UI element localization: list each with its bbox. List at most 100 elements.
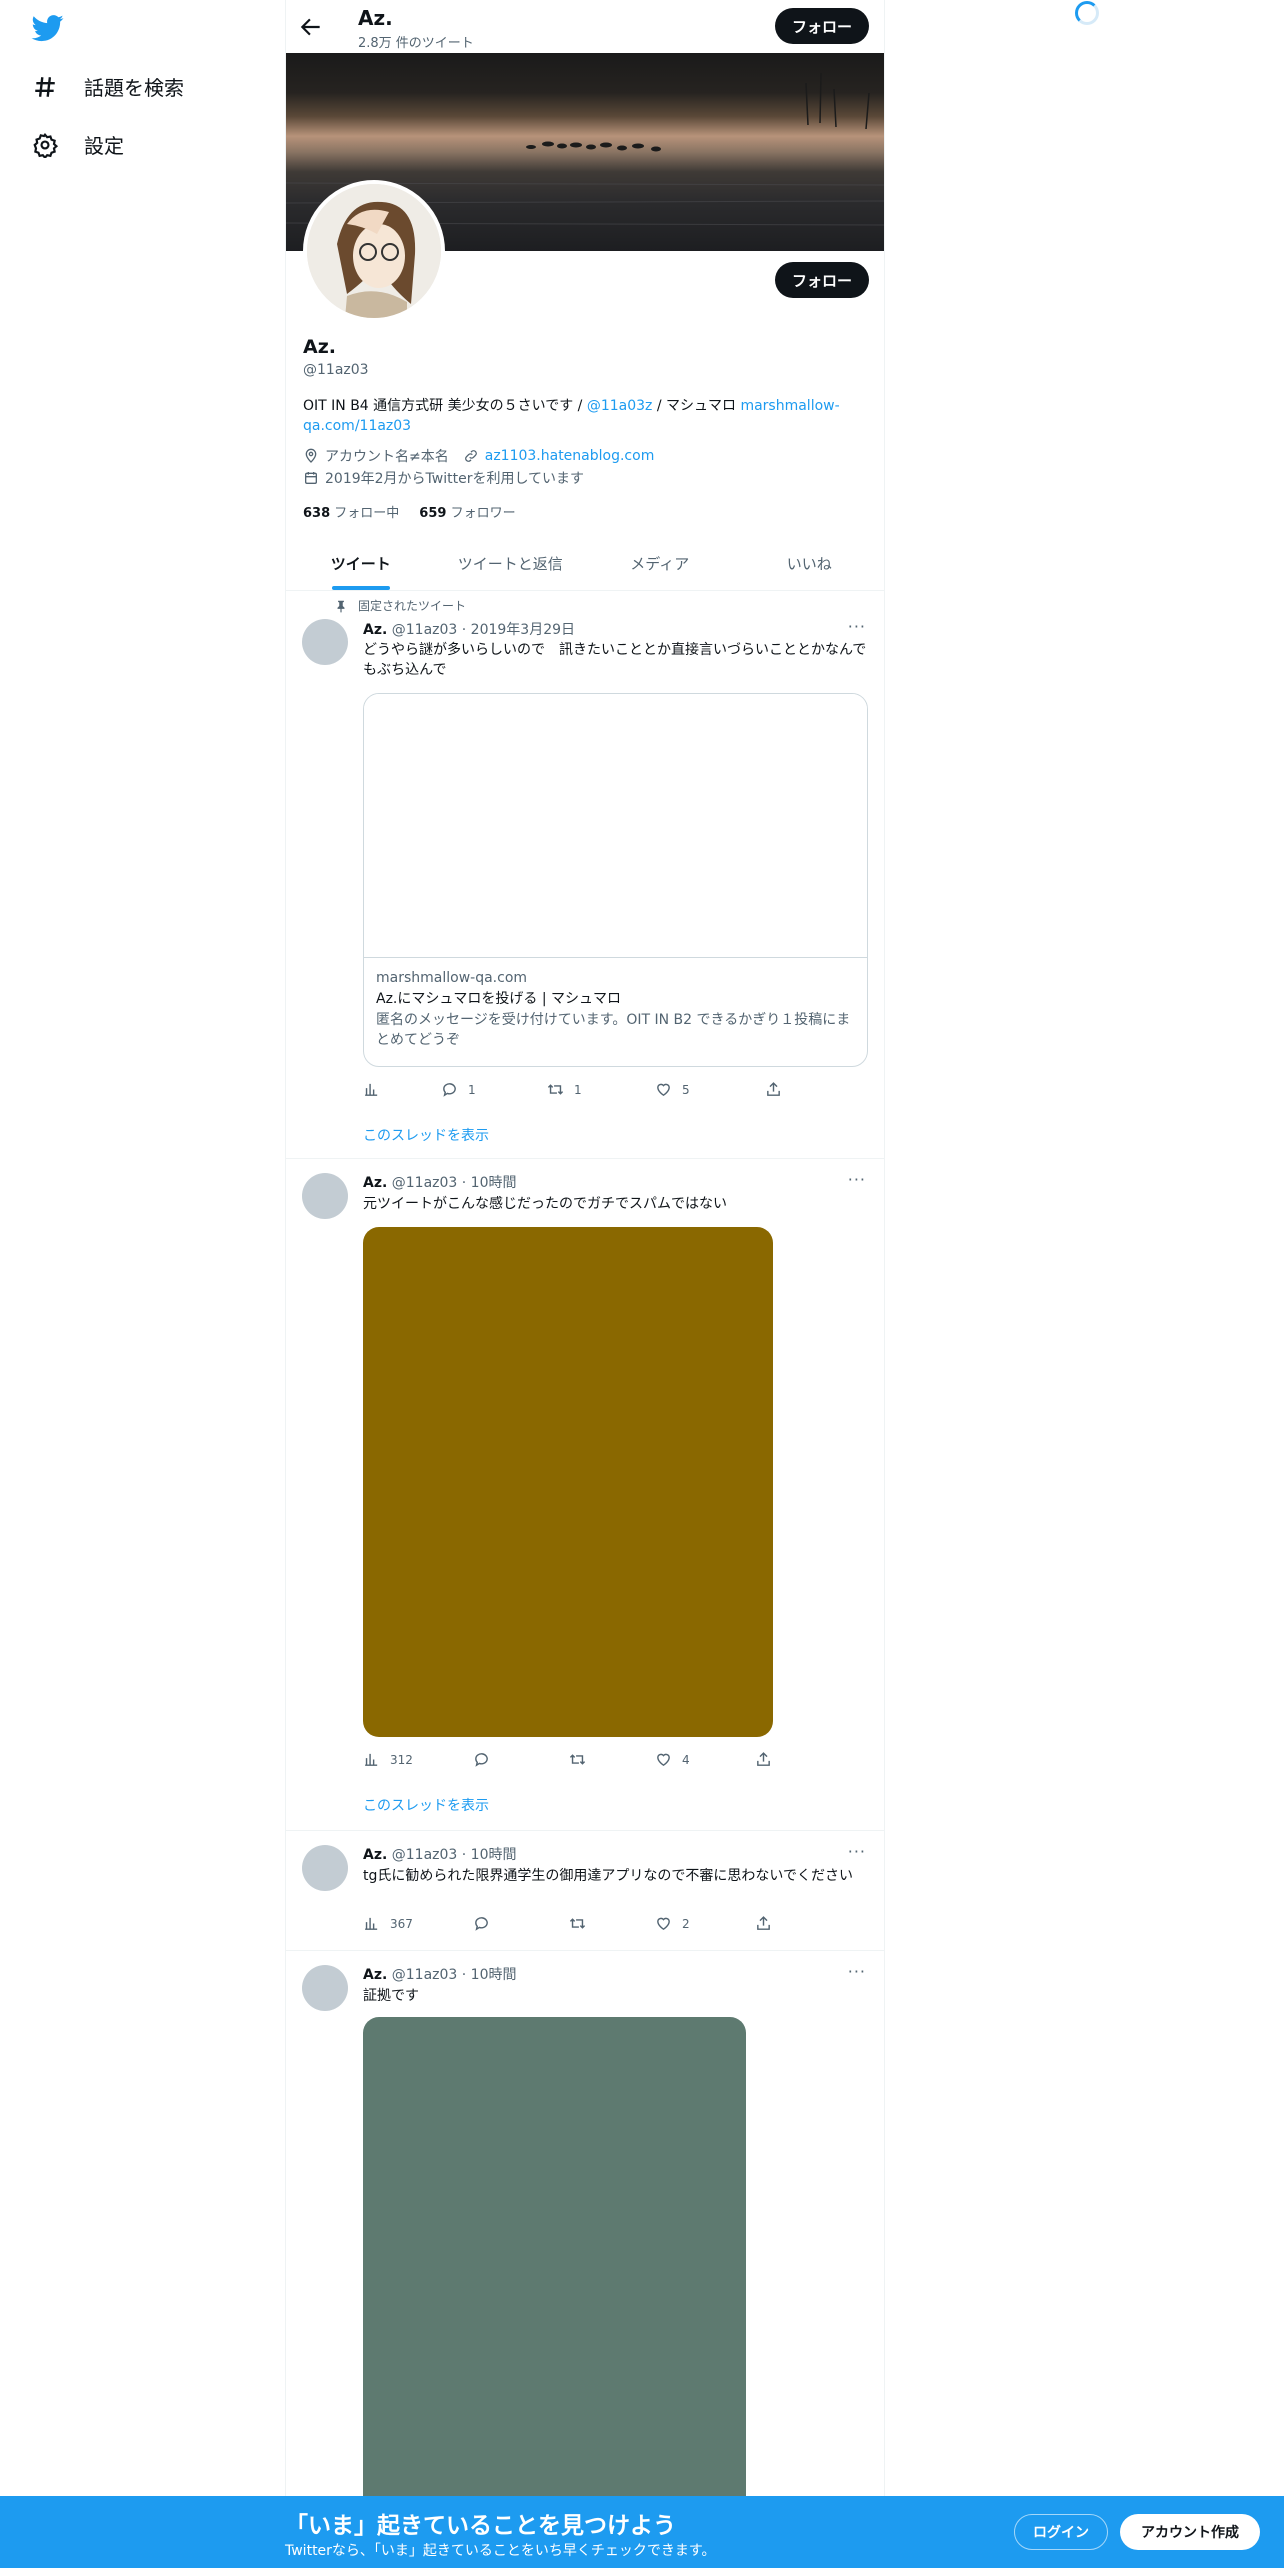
card-image — [364, 694, 867, 958]
more-icon[interactable]: ··· — [848, 1842, 866, 1861]
signup-button[interactable]: アカウント作成 — [1120, 2514, 1260, 2550]
followers-stat[interactable]: 659 フォロワー — [419, 502, 515, 521]
tweet-meta[interactable]: @11az03 · 10時間 — [392, 1175, 517, 1191]
main-column: Az. 2.8万 件のツイート フォロー フォロー Az. @11az03 OI… — [285, 0, 885, 2568]
share-icon — [757, 1916, 770, 1930]
card-body: marshmallow-qa.com Az.にマシュマロを投げる | マシュマロ… — [364, 958, 867, 1062]
tweet-text: 証拠です — [363, 1988, 419, 2004]
followers-count: 659 — [419, 506, 447, 521]
tweet[interactable]: Az. @11az03 · 10時間 ··· 元ツイートがこんな感じだったのでガ… — [286, 1159, 884, 1831]
views-action[interactable] — [363, 1081, 441, 1098]
tweet-meta[interactable]: @11az03 · 2019年3月29日 — [392, 622, 575, 638]
tweet-avatar[interactable] — [302, 619, 348, 665]
profile-name: Az. — [303, 336, 336, 358]
retweet-action[interactable] — [569, 1915, 655, 1932]
tweet-header: Az. @11az03 · 2019年3月29日 — [363, 619, 575, 639]
reply-icon — [475, 1917, 488, 1931]
profile-joined-row: 2019年2月からTwitterを利用しています — [303, 468, 584, 488]
link-card[interactable]: marshmallow-qa.com Az.にマシュマロを投げる | マシュマロ… — [363, 693, 868, 1067]
twitter-logo-icon[interactable] — [30, 12, 66, 44]
retweet-icon — [569, 1754, 586, 1765]
retweet-action[interactable]: 1 — [547, 1081, 655, 1098]
tab-tweets-and-replies[interactable]: ツイートと返信 — [436, 536, 586, 590]
tab-tweets[interactable]: ツイート — [286, 536, 436, 590]
tweet-author-name[interactable]: Az. — [363, 1967, 387, 1983]
prompt-title: 「いま」起きていることを見つけよう — [285, 2513, 676, 2539]
page: 話題を検索 設定 Az. 2.8万 件のツイート フォロー フォロー Az. @… — [0, 0, 1284, 2568]
like-action[interactable]: 5 — [655, 1081, 765, 1098]
card-description: 匿名のメッセージを受け付けています。OIT IN B2 できるかぎり１投稿にまと… — [376, 1012, 851, 1048]
tweet-avatar[interactable] — [302, 1965, 348, 2011]
hashtag-icon — [35, 76, 55, 97]
tweet-text: tg氏に勧められた限界通学生の御用達アプリなので不審に思わないでください — [363, 1868, 853, 1884]
more-icon[interactable]: ··· — [848, 617, 866, 636]
nav-explore-label: 話題を検索 — [84, 76, 184, 100]
views-action[interactable]: 312 — [363, 1751, 473, 1768]
more-icon[interactable]: ··· — [848, 1170, 866, 1189]
share-action[interactable] — [765, 1081, 782, 1098]
share-action[interactable] — [755, 1751, 772, 1768]
tweet-actions: 312 4 — [363, 1751, 772, 1768]
tweet-actions: 1 1 5 — [363, 1081, 782, 1098]
bio-mention-link[interactable]: @11a03z — [587, 398, 653, 414]
nav-settings-label: 設定 — [84, 134, 124, 158]
pinned-label: 固定されたツイート — [358, 599, 467, 613]
tweet-media-image[interactable] — [363, 1227, 773, 1737]
tweet[interactable]: Az. @11az03 · 10時間 ··· 証拠です — [286, 1951, 884, 2568]
header-name: Az. — [358, 6, 393, 30]
views-action[interactable]: 367 — [363, 1915, 473, 1932]
pinned-indicator: 固定されたツイート — [334, 597, 466, 614]
tweet-meta[interactable]: @11az03 · 10時間 — [392, 1967, 517, 1983]
share-icon — [757, 1752, 770, 1766]
analytics-icon — [365, 1753, 378, 1766]
loading-spinner-icon — [1075, 1, 1099, 25]
nav-settings[interactable]: 設定 — [32, 130, 124, 159]
header-follow-button[interactable]: フォロー — [775, 8, 869, 44]
following-stat[interactable]: 638 フォロー中 — [303, 502, 399, 521]
reply-action[interactable]: 1 — [441, 1081, 547, 1098]
left-sidebar: 話題を検索 設定 — [0, 0, 285, 2568]
heart-icon — [657, 1083, 670, 1097]
follow-button[interactable]: フォロー — [775, 262, 869, 298]
profile-location: アカウント名≠本名 — [325, 449, 449, 465]
more-icon[interactable]: ··· — [848, 1962, 866, 1981]
tweet-text: 元ツイートがこんな感じだったのでガチでスパムではない — [363, 1196, 727, 1212]
tweet-author-name[interactable]: Az. — [363, 1847, 387, 1863]
tweet[interactable]: 固定されたツイート Az. @11az03 · 2019年3月29日 ··· ど… — [286, 591, 884, 1159]
tweet-meta[interactable]: @11az03 · 10時間 — [392, 1847, 517, 1863]
tab-likes[interactable]: いいね — [735, 536, 885, 590]
tweet-avatar[interactable] — [302, 1845, 348, 1891]
like-action[interactable]: 2 — [655, 1915, 755, 1932]
profile-website-link[interactable]: az1103.hatenablog.com — [485, 448, 655, 464]
reply-action[interactable] — [473, 1915, 569, 1932]
tweet-text: どうやら謎が多いらしいので 訊きたいこととか直接言いづらいこととかなんでもぶち込… — [363, 642, 867, 678]
profile-header-bar: Az. 2.8万 件のツイート フォロー — [286, 0, 884, 53]
profile-bio: OIT IN B4 通信方式研 美少女の５さいです / @11a03z / マシ… — [303, 396, 869, 436]
nav-explore[interactable]: 話題を検索 — [32, 72, 184, 101]
retweet-count: 1 — [574, 1082, 582, 1097]
show-thread-link[interactable]: このスレッドを表示 — [363, 1795, 489, 1815]
prompt-subtitle: Twitterなら、「いま」起きていることをいち早くチェックできます。 — [285, 2543, 716, 2559]
reply-action[interactable] — [473, 1751, 569, 1768]
views-count: 312 — [390, 1752, 413, 1767]
tab-media[interactable]: メディア — [585, 536, 735, 590]
login-button[interactable]: ログイン — [1014, 2514, 1108, 2550]
tweet-avatar[interactable] — [302, 1173, 348, 1219]
share-action[interactable] — [755, 1915, 772, 1932]
tweet-author-name[interactable]: Az. — [363, 622, 387, 638]
like-action[interactable]: 4 — [655, 1751, 755, 1768]
like-count: 2 — [682, 1916, 690, 1931]
retweet-action[interactable] — [569, 1751, 655, 1768]
profile-joined: 2019年2月からTwitterを利用しています — [325, 471, 585, 487]
bio-mid-text: / マシュマロ — [652, 398, 741, 414]
link-icon — [464, 450, 477, 462]
profile-meta-row: アカウント名≠本名 az1103.hatenablog.com — [303, 446, 654, 466]
tweet-author-name[interactable]: Az. — [363, 1175, 387, 1191]
tweet-media-image[interactable] — [363, 2017, 746, 2568]
tweet-header: Az. @11az03 · 10時間 — [363, 1172, 517, 1192]
signup-prompt-bar: 「いま」起きていることを見つけよう Twitterなら、「いま」起きていることを… — [0, 2496, 1284, 2568]
show-thread-link[interactable]: このスレッドを表示 — [363, 1125, 489, 1145]
back-arrow-icon[interactable] — [298, 14, 324, 40]
profile-avatar[interactable] — [303, 180, 445, 322]
tweet[interactable]: Az. @11az03 · 10時間 ··· tg氏に勧められた限界通学生の御用… — [286, 1831, 884, 1951]
